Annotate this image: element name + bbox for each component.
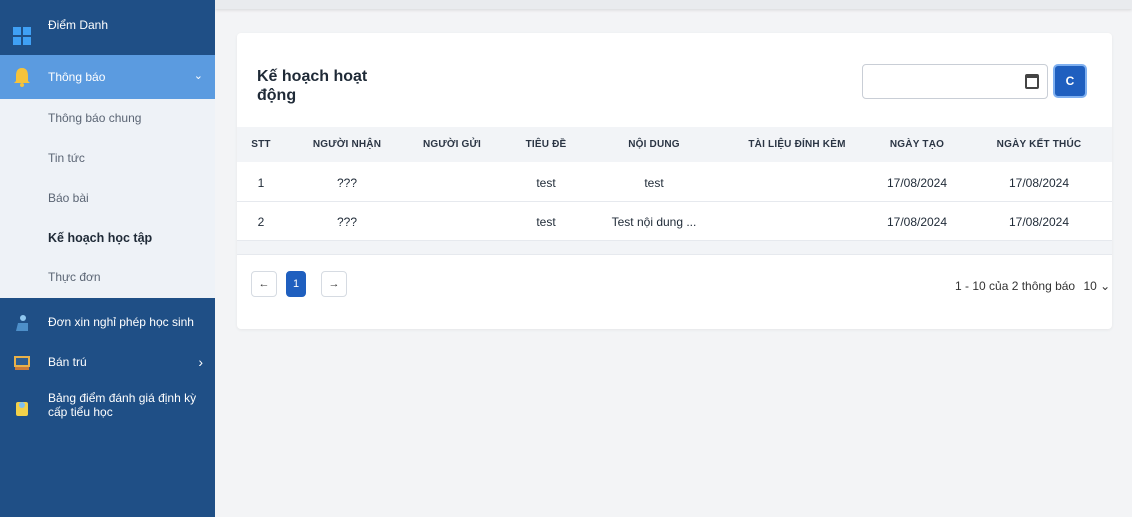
pagination-info: 1 - 10 của 2 thông báo 10 ⌄ (955, 279, 1110, 293)
sidebar-item-thong-bao[interactable]: Thông báo ⌄ (0, 55, 215, 99)
sidebar-item-diem-danh[interactable]: Điểm Danh (0, 18, 215, 54)
bell-icon (12, 67, 32, 87)
sidebar-item-ban-tru[interactable]: Bán trú › (0, 347, 215, 377)
table-row[interactable]: 1 ??? test test 17/08/2024 17/08/2024 (237, 163, 1112, 202)
next-page-button[interactable]: → (321, 271, 347, 297)
cell-ngay-tao: 17/08/2024 (886, 215, 948, 229)
column-header-tieu-de: TIÊU ĐỀ (525, 139, 567, 150)
calendar-icon[interactable] (1025, 74, 1039, 89)
table-header: STT NGƯỜI NHẬN NGƯỜI GỬI TIÊU ĐỀ NỘI DUN… (237, 127, 1112, 162)
arrow-left-icon: ← (258, 278, 270, 290)
column-header-ngay-tao: NGÀY TẠO (889, 139, 945, 150)
sidebar-item-label: Bán trú (48, 355, 87, 369)
sidebar: Điểm Danh Thông báo ⌄ Thông báo chung Ti… (0, 0, 215, 517)
cell-noi-dung: Test nội dung ... (611, 215, 697, 229)
sidebar-item-label: Bảng điểm đánh giá định kỳ cấp tiểu học (48, 391, 197, 419)
plan-card: Kế hoạch hoạt động C STT NGƯỜI NHẬN NGƯỜ… (237, 33, 1112, 329)
cell-tieu-de: test (536, 215, 556, 229)
column-header-nguoi-nhan: NGƯỜI NHẬN (312, 139, 382, 150)
arrow-right-icon: → (328, 278, 340, 290)
prev-page-button[interactable]: ← (251, 271, 277, 297)
column-header-nguoi-gui: NGƯỜI GỬI (422, 139, 482, 150)
top-bar (215, 0, 1132, 9)
student-icon (12, 313, 32, 333)
date-filter[interactable] (862, 64, 1048, 99)
cell-noi-dung: test (644, 176, 664, 190)
chevron-right-icon: › (198, 354, 203, 370)
table-footer (237, 241, 1112, 255)
refresh-icon: C (1065, 74, 1075, 88)
column-header-stt: STT (251, 139, 271, 150)
page-button-current[interactable]: 1 (286, 271, 306, 297)
cell-ngay-ket-thuc: 17/08/2024 (1008, 215, 1070, 229)
page-title: Kế hoạch hoạt động (257, 68, 368, 104)
cell-nguoi-nhan: ??? (336, 215, 358, 229)
submenu-item-bao-bai[interactable]: Báo bài (48, 191, 89, 205)
column-header-tai-lieu: TÀI LIỆU ĐÍNH KÈM (748, 139, 846, 150)
classroom-icon (12, 353, 32, 373)
submenu-item-ke-hoach-hoc-tap[interactable]: Kế hoạch học tập (48, 231, 152, 245)
cell-stt: 2 (257, 215, 265, 229)
table-row[interactable]: 2 ??? test Test nội dung ... 17/08/2024 … (237, 202, 1112, 241)
cell-ngay-ket-thuc: 17/08/2024 (1008, 176, 1070, 190)
column-header-noi-dung: NỘI DUNG (628, 139, 680, 150)
submenu-item-thong-bao-chung[interactable]: Thông báo chung (48, 111, 141, 125)
cell-nguoi-nhan: ??? (336, 176, 358, 190)
submenu-item-thuc-don[interactable]: Thực đơn (48, 270, 101, 284)
column-header-ngay-ket-thuc: NGÀY KẾT THÚC (996, 139, 1082, 150)
pagination-summary: 1 - 10 của 2 thông báo (955, 279, 1076, 293)
cell-tieu-de: test (536, 176, 556, 190)
submenu-thong-bao: Thông báo chung Tin tức Báo bài Kế hoạch… (0, 99, 215, 298)
report-icon (12, 398, 32, 418)
sidebar-item-don-xin-nghi-phep[interactable]: Đơn xin nghỉ phép học sinh (0, 307, 215, 337)
page-size-select[interactable]: 10 ⌄ (1083, 279, 1110, 293)
sidebar-item-label: Điểm Danh (48, 18, 109, 32)
cell-stt: 1 (257, 176, 265, 190)
grid-icon (12, 26, 32, 46)
refresh-button[interactable]: C (1053, 64, 1087, 98)
cell-ngay-tao: 17/08/2024 (886, 176, 948, 190)
sidebar-item-label: Đơn xin nghỉ phép học sinh (48, 315, 194, 329)
sidebar-item-bang-diem[interactable]: Bảng điểm đánh giá định kỳ cấp tiểu học (0, 388, 215, 428)
submenu-item-tin-tuc[interactable]: Tin tức (48, 151, 85, 165)
sidebar-item-label: Thông báo (48, 70, 106, 84)
chevron-down-icon: ⌄ (193, 70, 203, 82)
date-filter-input[interactable] (869, 71, 1019, 93)
